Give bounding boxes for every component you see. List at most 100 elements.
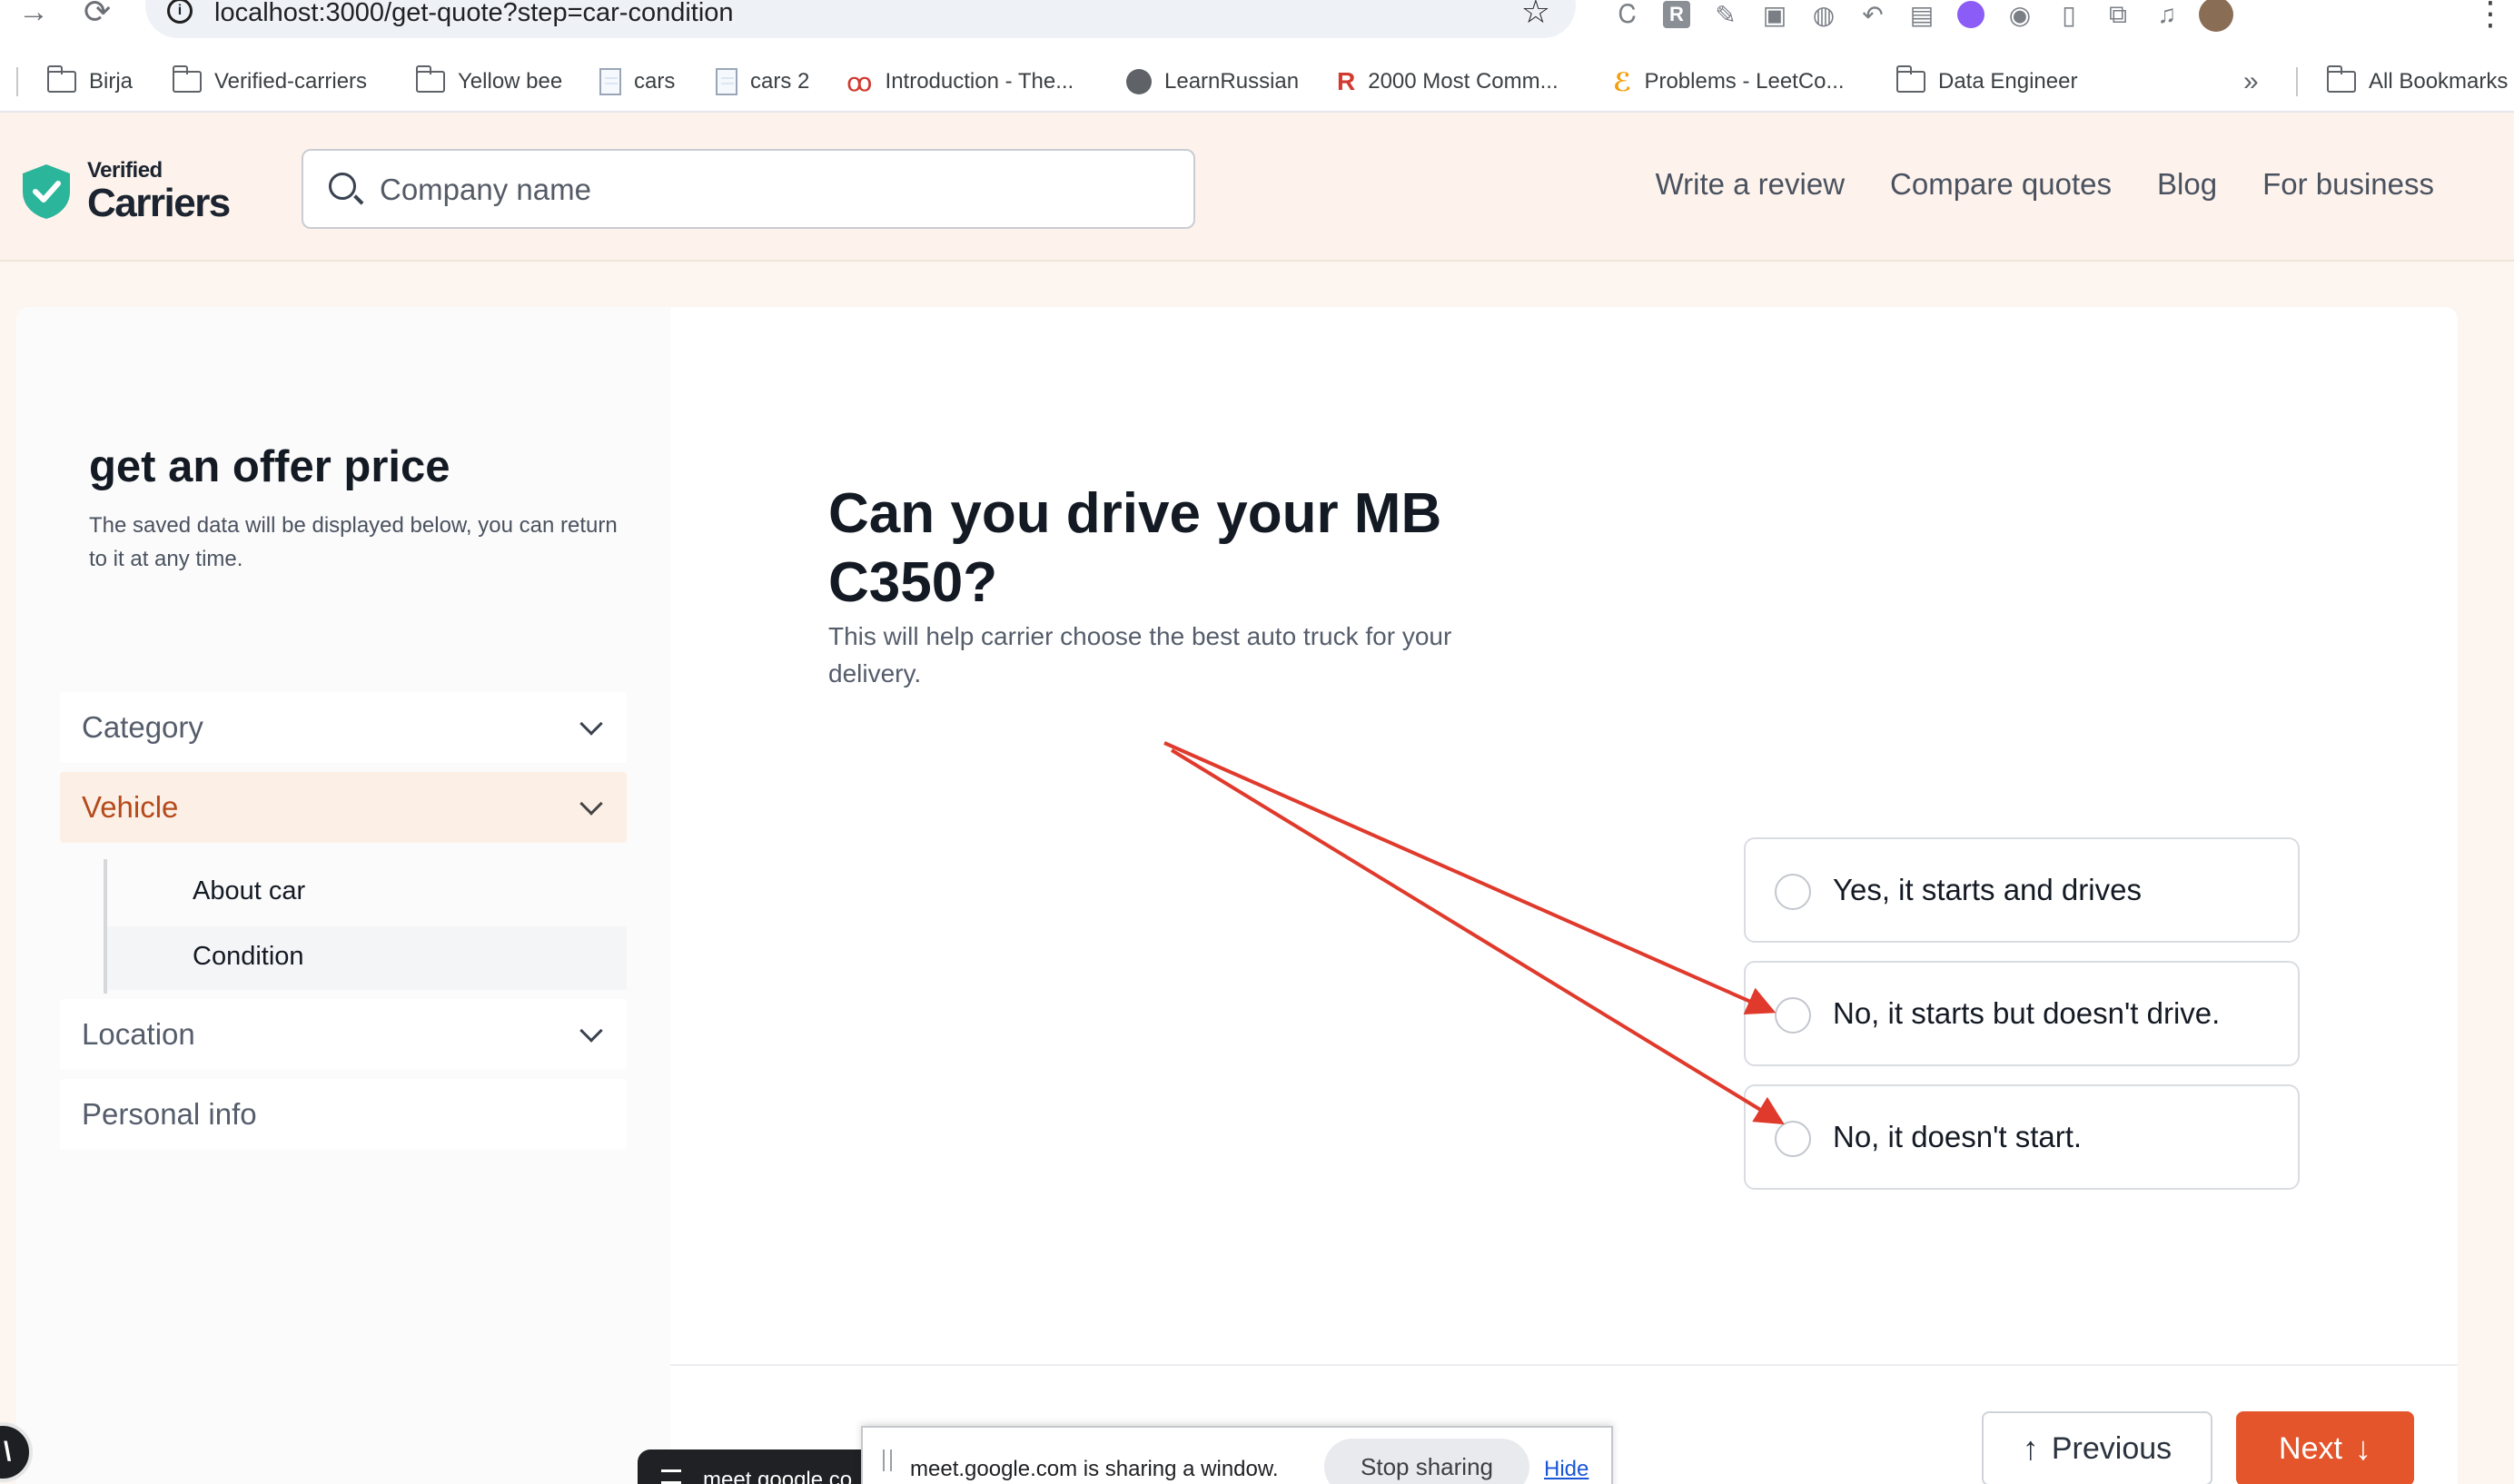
gallery-extension-icon[interactable]: ▤ (1897, 0, 1946, 33)
radio-button[interactable] (1775, 1121, 1811, 1157)
extension-icons: Ꮯ R ✎ ▣ ◍ ↶ ▤ ◉ ▯ ⧉ ♫ (1603, 0, 2241, 33)
question-subtitle: This will help carrier choose the best a… (828, 622, 1452, 688)
substep-condition[interactable]: Condition (107, 926, 627, 990)
radio-button[interactable] (1775, 997, 1811, 1034)
top-navigation: Write a review Compare quotes Blog For b… (1656, 167, 2434, 202)
bookmark-birja[interactable]: Birja (46, 64, 133, 100)
step-label: Personal info (82, 1097, 257, 1131)
translate-extension-icon[interactable]: ▣ (1750, 0, 1799, 33)
step-label: Vehicle (82, 790, 179, 824)
nav-write-review[interactable]: Write a review (1656, 167, 1845, 202)
r-logo-icon: R (1337, 67, 1356, 95)
cursor-icon: \ (4, 1437, 12, 1467)
bookmark-yellow-bee[interactable]: Yellow bee (415, 64, 562, 100)
arrow-extension-icon[interactable]: ↶ (1848, 0, 1897, 33)
bookmarks-separator (2296, 67, 2298, 96)
document-icon (716, 68, 737, 95)
option-starts-and-drives[interactable]: Yes, it starts and drives (1744, 837, 2300, 943)
browser-menu-icon[interactable]: ⋮ (2474, 0, 2507, 33)
forward-icon[interactable]: → (18, 0, 49, 30)
step-label: Location (82, 1017, 195, 1051)
nav-blog[interactable]: Blog (2157, 167, 2217, 202)
folder-icon (2326, 65, 2356, 93)
folder-icon (415, 65, 445, 93)
bookmarks-separator (16, 67, 18, 96)
chevron-down-icon (579, 712, 603, 736)
bookmark-star-icon[interactable]: ☆ (1521, 0, 1550, 31)
bookmark-leetcode[interactable]: ℰ Problems - LeetCo... (1613, 64, 1845, 100)
sidebar-subtitle: The saved data will be displayed below, … (89, 513, 618, 571)
option-label: No, it doesn't start. (1833, 1120, 2083, 1153)
extension-r-icon[interactable]: R (1652, 0, 1701, 33)
next-button[interactable]: Next ↓ (2236, 1411, 2414, 1484)
question-panel: Can you drive your MB C350? This will he… (670, 307, 2458, 1484)
question-title: Can you drive your MB C350? (828, 482, 1442, 614)
reload-icon[interactable]: ⟳ (84, 0, 111, 31)
option-starts-not-drives[interactable]: No, it starts but doesn't drive. (1744, 961, 2300, 1066)
browser-chrome: → ⟳ i localhost:3000/get-quote?step=car-… (0, 0, 2514, 113)
extension-icon[interactable]: Ꮯ (1603, 0, 1652, 33)
chevron-down-icon (579, 1019, 603, 1043)
quote-sidebar: get an offer price The saved data will b… (16, 307, 670, 1484)
site-logo[interactable]: Verified Carriers (20, 160, 231, 225)
bookmark-learnrussian[interactable]: LearnRussian (1126, 64, 1299, 100)
hide-link[interactable]: Hide (1544, 1457, 1589, 1482)
swirl-icon: ꝏ (846, 67, 873, 96)
url-text[interactable]: localhost:3000/get-quote?step=car-condit… (214, 0, 734, 28)
site-info-icon[interactable]: i (167, 0, 193, 24)
substep-label: About car (193, 876, 306, 905)
nav-for-business[interactable]: For business (2262, 167, 2434, 202)
meet-tab-label: meet.google.co (703, 1468, 853, 1484)
sidebar-title: get an offer price (89, 442, 450, 491)
more-bookmarks-icon[interactable]: » (2243, 64, 2259, 100)
leetcode-icon: ℰ (1613, 67, 1632, 96)
arrow-down-icon: ↓ (2354, 1430, 2371, 1467)
next-label: Next (2279, 1430, 2342, 1466)
bookmark-data-engineer[interactable]: Data Engineer (1895, 64, 2077, 100)
option-label: No, it starts but doesn't drive. (1833, 996, 2221, 1030)
step-personal-info[interactable]: Personal info (60, 1079, 627, 1150)
profile-avatar[interactable] (2192, 0, 2241, 33)
folder-icon (172, 65, 202, 93)
drag-handle-icon[interactable] (883, 1449, 892, 1471)
url-row: → ⟳ i localhost:3000/get-quote?step=car-… (0, 0, 2514, 44)
nav-compare-quotes[interactable]: Compare quotes (1890, 167, 2112, 202)
document-icon (599, 68, 621, 95)
folder-icon (1895, 65, 1925, 93)
footer-divider (670, 1364, 2458, 1366)
bookmark-verified-carriers[interactable]: Verified-carriers (172, 64, 367, 100)
media-icon[interactable]: ♫ (2143, 0, 2192, 33)
step-location[interactable]: Location (60, 999, 627, 1070)
purple-extension-icon[interactable] (1946, 0, 1995, 33)
step-vehicle[interactable]: Vehicle (60, 772, 627, 843)
bookmarks-bar: Birja Verified-carriers Yellow bee cars … (0, 64, 2514, 100)
search-input[interactable] (380, 169, 1161, 211)
previous-button[interactable]: ↑ Previous (1982, 1411, 2212, 1484)
option-label: Yes, it starts and drives (1833, 873, 2142, 906)
company-search[interactable] (302, 149, 1195, 229)
option-does-not-start[interactable]: No, it doesn't start. (1744, 1084, 2300, 1190)
address-bar[interactable]: i localhost:3000/get-quote?step=car-cond… (145, 0, 1576, 38)
meet-tab[interactable]: meet.google.co (638, 1449, 874, 1484)
vehicle-substeps: About car Condition (104, 859, 627, 994)
stop-sharing-button[interactable]: Stop sharing (1324, 1439, 1529, 1484)
radio-button[interactable] (1775, 874, 1811, 910)
blank-extension-icon[interactable]: ▯ (2044, 0, 2093, 33)
folder-icon (46, 65, 76, 93)
record-extension-icon[interactable]: ◉ (1995, 0, 2044, 33)
puzzle-extensions-icon[interactable]: ⧉ (2093, 0, 2143, 33)
substep-about-car[interactable]: About car (107, 861, 627, 925)
bookmark-cars-2[interactable]: cars 2 (716, 64, 809, 100)
all-bookmarks[interactable]: All Bookmarks (2326, 64, 2508, 100)
quote-card: get an offer price The saved data will b… (16, 307, 2458, 1484)
globe-extension-icon[interactable]: ◍ (1799, 0, 1848, 33)
search-icon (329, 173, 356, 200)
logo-big-text: Carriers (87, 181, 231, 225)
step-category[interactable]: Category (60, 692, 627, 763)
bookmark-cars[interactable]: cars (599, 64, 675, 100)
meet-controls-icon (661, 1469, 681, 1484)
bookmark-introduction[interactable]: ꝏ Introduction - The... (846, 64, 1074, 100)
chevron-down-icon (579, 792, 603, 816)
pen-extension-icon[interactable]: ✎ (1701, 0, 1750, 33)
bookmark-2000-most-common[interactable]: R 2000 Most Comm... (1337, 64, 1559, 100)
